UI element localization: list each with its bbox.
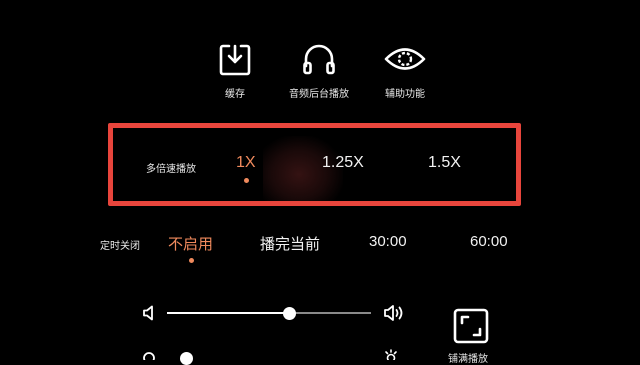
- background-audio-label: 音频后台播放: [289, 89, 349, 100]
- accessibility-label: 辅助功能: [385, 89, 425, 100]
- speed-title: 多倍速播放: [146, 164, 196, 175]
- download-label: 缓存: [225, 89, 245, 100]
- timer-title: 定时关闭: [100, 241, 140, 252]
- speed-option-1x[interactable]: 1X: [236, 154, 256, 172]
- volume-slider-knob[interactable]: [282, 306, 296, 320]
- brightness-slider-knob[interactable]: [180, 352, 193, 365]
- eye-icon: [384, 48, 426, 70]
- timer-option-off[interactable]: 不启用: [168, 233, 213, 254]
- headphones-icon: [303, 44, 335, 75]
- speed-panel: 多倍速播放 1X 1.25X 1.5X: [108, 123, 521, 206]
- fullscreen-label: 铺满播放: [448, 354, 488, 365]
- volume-slider-fill: [167, 312, 290, 314]
- speed-option-1-5x[interactable]: 1.5X: [428, 154, 461, 172]
- timer-option-60min[interactable]: 60:00: [470, 233, 508, 250]
- volume-slider[interactable]: [167, 312, 371, 314]
- brightness-low-icon: [143, 352, 155, 360]
- timer-selected-dot: [189, 258, 194, 263]
- download-action[interactable]: 缓存: [195, 42, 275, 100]
- speed-option-1-25x[interactable]: 1.25X: [322, 154, 364, 172]
- volume-high-icon: [384, 305, 403, 321]
- speed-selected-dot: [244, 178, 249, 183]
- download-icon: [219, 44, 251, 76]
- timer-option-finish-current[interactable]: 播完当前: [260, 233, 320, 254]
- volume-low-icon: [143, 305, 153, 321]
- fullscreen-icon[interactable]: [453, 308, 489, 344]
- accessibility-action[interactable]: 辅助功能: [365, 42, 445, 100]
- background-audio-action[interactable]: 音频后台播放: [279, 42, 359, 100]
- timer-option-30min[interactable]: 30:00: [369, 233, 407, 250]
- brightness-high-icon: [385, 349, 397, 360]
